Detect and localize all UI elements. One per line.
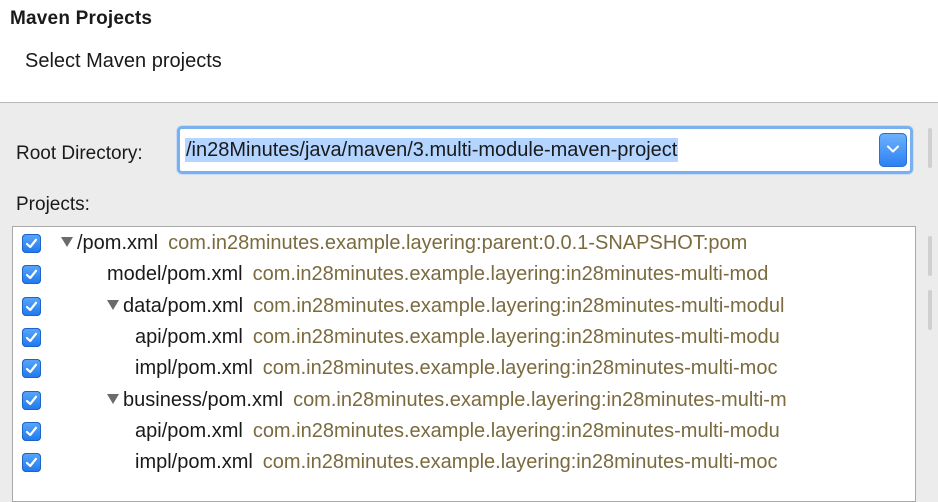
project-item[interactable]: api/pom.xml com.in28minutes.example.layer… bbox=[135, 419, 780, 443]
tree-row[interactable]: model/pom.xml com.in28minutes.example.lay… bbox=[13, 259, 915, 290]
project-path: impl/pom.xml bbox=[135, 451, 253, 474]
project-artifact: com.in28minutes.example.layering:in28min… bbox=[252, 325, 780, 348]
check-icon bbox=[25, 426, 38, 436]
root-directory-label: Root Directory: bbox=[16, 143, 143, 164]
tree-row[interactable]: impl/pom.xml com.in28minutes.example.laye… bbox=[13, 447, 915, 478]
project-checkbox[interactable] bbox=[22, 327, 41, 347]
projects-label: Projects: bbox=[16, 194, 90, 215]
project-path: /pom.xml bbox=[77, 232, 159, 254]
project-path: business/pom.xml bbox=[123, 388, 284, 411]
check-icon bbox=[25, 332, 38, 342]
projects-tree[interactable]: /pom.xml com.in28minutes.example.layering… bbox=[12, 226, 916, 502]
check-icon bbox=[25, 457, 38, 468]
expand-toggle[interactable] bbox=[106, 298, 120, 312]
dialog-title: Maven Projects bbox=[10, 8, 153, 29]
project-item[interactable]: impl/pom.xml com.in28minutes.example.laye… bbox=[135, 356, 777, 380]
chevron-down-icon bbox=[887, 145, 899, 153]
tree-row[interactable]: api/pom.xml com.in28minutes.example.layer… bbox=[13, 322, 915, 353]
project-item[interactable]: data/pom.xml com.in28minutes.example.laye… bbox=[123, 294, 784, 318]
dialog-header: Maven Projects Select Maven projects bbox=[0, 0, 938, 103]
triangle-down-icon bbox=[107, 393, 119, 404]
project-artifact: com.in28minutes.example.layering:parent:… bbox=[168, 232, 748, 254]
root-directory-input[interactable]: /in28Minutes/java/maven/3.multi-module-m… bbox=[185, 138, 679, 162]
deselect-all-button-edge[interactable] bbox=[928, 290, 932, 330]
triangle-down-icon bbox=[61, 237, 73, 247]
project-item[interactable]: business/pom.xml com.in28minutes.example.… bbox=[123, 388, 787, 412]
check-icon bbox=[25, 363, 38, 374]
check-icon bbox=[25, 269, 38, 280]
project-path: api/pom.xml bbox=[135, 419, 243, 442]
root-directory-combobox[interactable]: /in28Minutes/java/maven/3.multi-module-m… bbox=[177, 126, 913, 174]
project-artifact: com.in28minutes.example.layering:in28min… bbox=[262, 357, 778, 380]
project-artifact: com.in28minutes.example.layering:in28min… bbox=[262, 451, 778, 474]
check-icon bbox=[25, 395, 38, 405]
expand-toggle[interactable] bbox=[106, 392, 120, 406]
project-path: impl/pom.xml bbox=[135, 357, 253, 380]
project-checkbox[interactable] bbox=[22, 234, 41, 253]
project-checkbox[interactable] bbox=[22, 453, 41, 473]
project-path: api/pom.xml bbox=[135, 325, 243, 348]
project-checkbox[interactable] bbox=[22, 296, 41, 316]
project-checkbox[interactable] bbox=[22, 390, 41, 410]
tree-row[interactable]: data/pom.xml com.in28minutes.example.laye… bbox=[13, 291, 915, 322]
project-artifact: com.in28minutes.example.layering:in28min… bbox=[253, 294, 785, 317]
check-icon bbox=[25, 301, 38, 311]
select-all-button-edge[interactable] bbox=[928, 236, 932, 276]
project-item[interactable]: impl/pom.xml com.in28minutes.example.laye… bbox=[135, 450, 777, 474]
tree-row[interactable]: /pom.xml com.in28minutes.example.layering… bbox=[13, 228, 915, 259]
project-item[interactable]: api/pom.xml com.in28minutes.example.layer… bbox=[135, 325, 780, 349]
project-path: data/pom.xml bbox=[123, 294, 244, 317]
tree-row[interactable]: impl/pom.xml com.in28minutes.example.laye… bbox=[13, 353, 915, 384]
project-artifact: com.in28minutes.example.layering:in28min… bbox=[252, 263, 769, 286]
project-artifact: com.in28minutes.example.layering:in28min… bbox=[293, 388, 787, 411]
project-item[interactable]: model/pom.xml com.in28minutes.example.lay… bbox=[107, 262, 768, 286]
browse-button-edge[interactable] bbox=[928, 128, 932, 168]
expand-toggle[interactable] bbox=[60, 235, 74, 249]
tree-row[interactable]: api/pom.xml com.in28minutes.example.layer… bbox=[13, 416, 915, 447]
project-checkbox[interactable] bbox=[22, 359, 41, 379]
root-directory-dropdown-button[interactable] bbox=[879, 133, 907, 167]
dialog-subtitle: Select Maven projects bbox=[25, 50, 222, 72]
triangle-down-icon bbox=[107, 299, 119, 310]
project-item[interactable]: /pom.xml com.in28minutes.example.layering… bbox=[77, 231, 747, 255]
project-path: model/pom.xml bbox=[107, 263, 243, 286]
check-icon bbox=[25, 238, 38, 249]
project-artifact: com.in28minutes.example.layering:in28min… bbox=[252, 419, 780, 442]
tree-row[interactable]: business/pom.xml com.in28minutes.example.… bbox=[13, 385, 915, 416]
project-checkbox[interactable] bbox=[22, 265, 41, 285]
project-checkbox[interactable] bbox=[22, 421, 41, 441]
